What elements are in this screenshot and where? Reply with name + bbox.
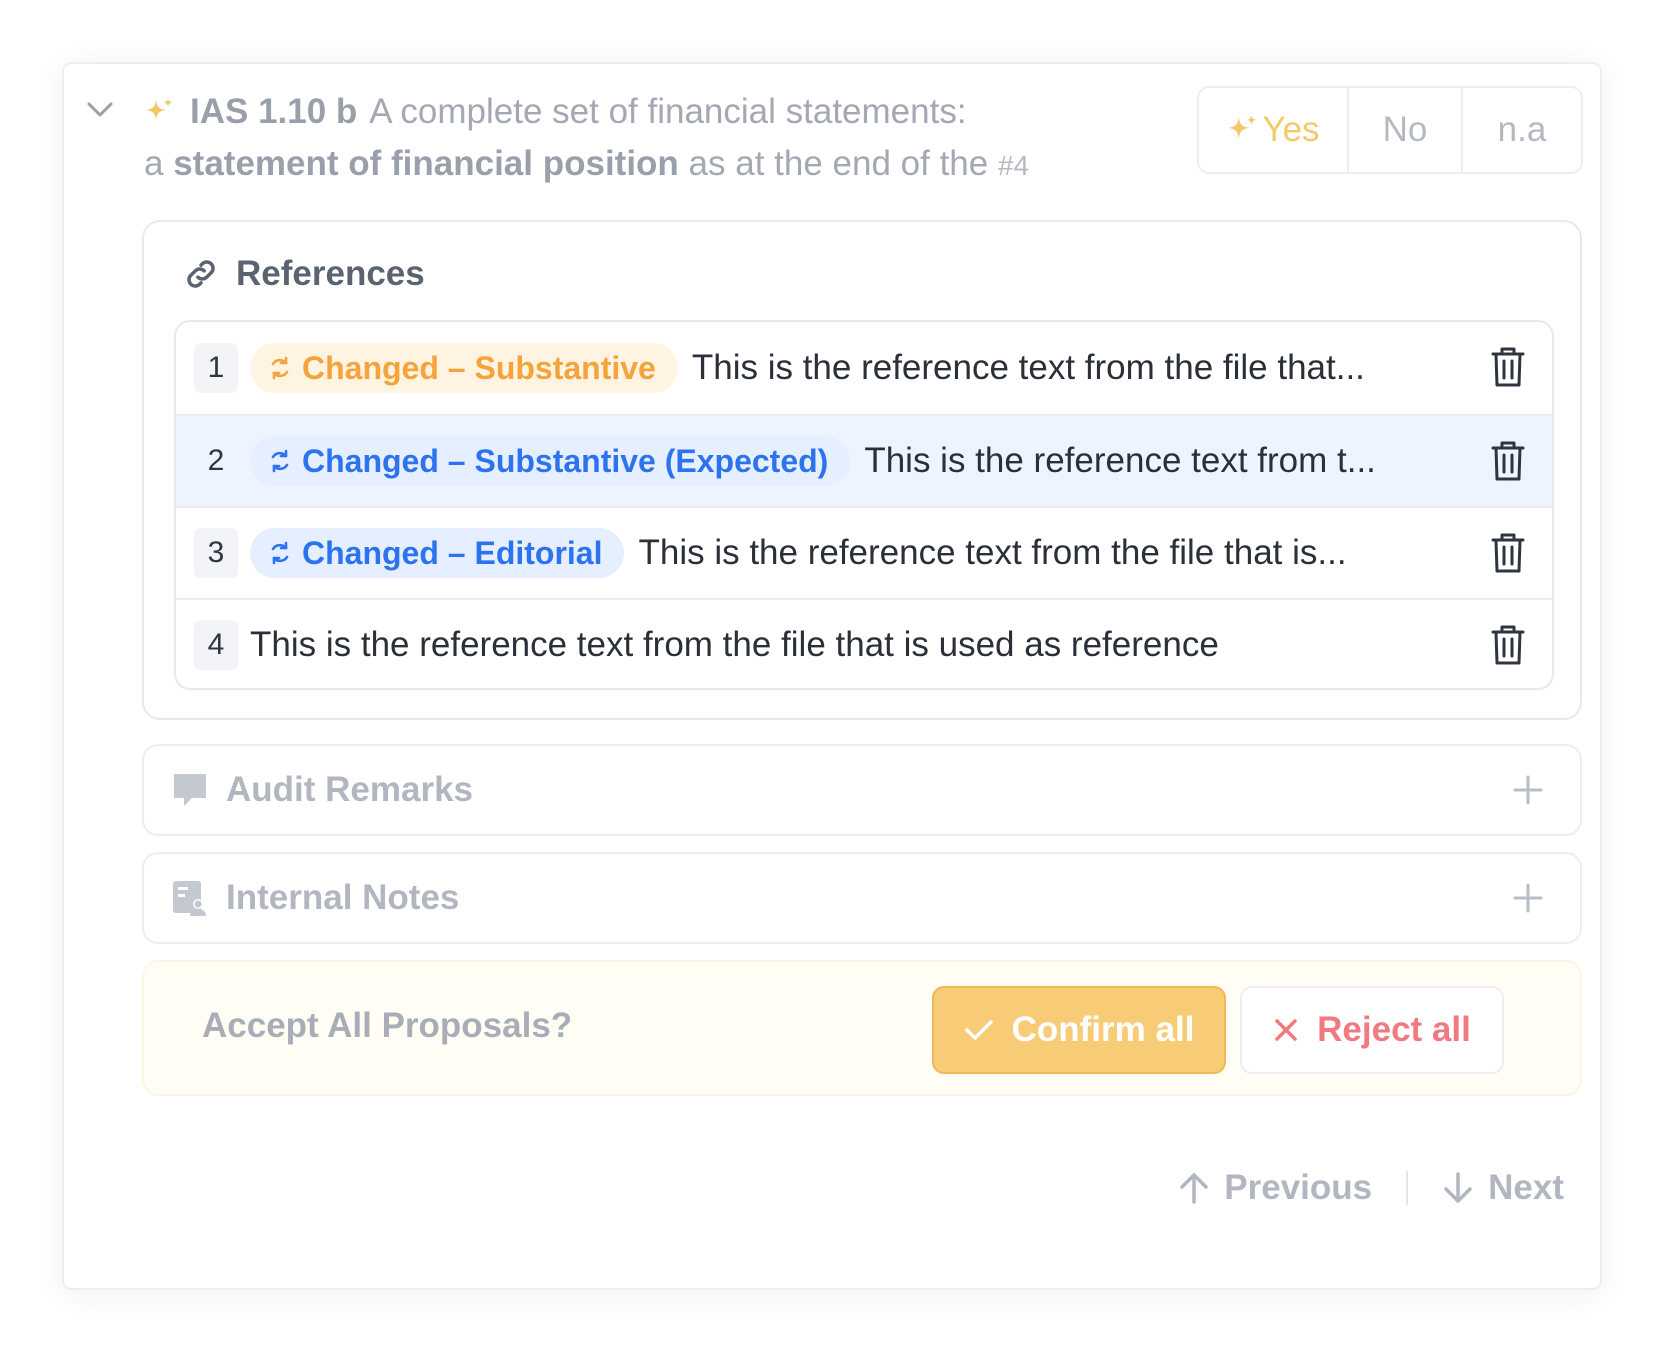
nav-divider — [1406, 1171, 1409, 1205]
reference-row-2[interactable]: 2 Changed – Substantive (Expected) This … — [176, 414, 1552, 506]
trash-icon[interactable] — [1490, 624, 1526, 666]
plus-icon[interactable] — [1510, 880, 1546, 916]
status-badge-substantive-expected: Changed – Substantive (Expected) — [250, 436, 851, 486]
question-text-part1: A complete set of financial statements: — [369, 92, 967, 131]
sparkle-icon — [1228, 115, 1257, 139]
reference-text: This is the reference text from t... — [864, 441, 1376, 480]
question-code: IAS 1.10 b — [190, 92, 358, 131]
reference-row-3[interactable]: 3 Changed – Editorial This is the refere… — [176, 506, 1552, 598]
checklist-item-card: IAS 1.10 b A complete set of financial s… — [62, 62, 1602, 1290]
question-text: IAS 1.10 b A complete set of financial s… — [144, 86, 1134, 192]
pagination-footer: Previous Next — [1178, 1168, 1564, 1208]
check-icon — [964, 1020, 993, 1040]
previous-label: Previous — [1224, 1168, 1373, 1207]
reference-row-1[interactable]: 1 Changed – Substantive This is the refe… — [176, 322, 1552, 414]
status-badge-label: Changed – Editorial — [302, 534, 603, 571]
plus-icon[interactable] — [1510, 772, 1546, 808]
internal-notes-section[interactable]: Internal Notes — [142, 852, 1582, 944]
collapse-chevron-icon[interactable] — [80, 90, 120, 130]
internal-notes-label: Internal Notes — [226, 878, 460, 917]
answer-na-button[interactable]: n.a — [1461, 88, 1581, 172]
audit-remarks-label: Audit Remarks — [226, 770, 474, 809]
trash-icon[interactable] — [1490, 440, 1526, 482]
previous-button[interactable]: Previous — [1178, 1168, 1372, 1208]
reject-all-label: Reject all — [1317, 1010, 1471, 1049]
reference-row-4[interactable]: 4 This is the reference text from the fi… — [176, 598, 1552, 688]
close-icon — [1275, 1019, 1297, 1041]
question-text-suffix: as at the end of the — [688, 144, 989, 183]
reference-text: This is the reference text from the file… — [691, 348, 1365, 387]
answer-no-label: No — [1382, 110, 1428, 149]
reference-number: 2 — [207, 444, 225, 477]
sparkle-icon — [146, 98, 173, 120]
arrow-up-icon — [1180, 1173, 1209, 1204]
notes-icon — [173, 881, 206, 916]
question-number: #4 — [997, 150, 1030, 181]
status-badge-substantive: Changed – Substantive — [250, 343, 678, 393]
answer-na-label: n.a — [1497, 110, 1547, 149]
trash-icon[interactable] — [1490, 346, 1526, 388]
answer-no-button[interactable]: No — [1347, 88, 1461, 172]
accept-proposals-question: Accept All Proposals? — [202, 1006, 573, 1045]
question-text-bold: statement of financial position — [173, 144, 679, 183]
references-title: References — [236, 254, 425, 293]
status-badge-label: Changed – Substantive (Expected) — [302, 442, 829, 479]
answer-yes-label: Yes — [1262, 110, 1320, 149]
status-badge-label: Changed – Substantive — [302, 349, 656, 386]
refresh-icon — [271, 356, 289, 380]
refresh-icon — [271, 449, 289, 473]
reference-text: This is the reference text from the file… — [250, 625, 1219, 664]
confirm-all-button[interactable]: Confirm all — [932, 986, 1226, 1074]
accept-proposals-panel: Accept All Proposals? Confirm all Reject… — [142, 960, 1582, 1096]
trash-icon[interactable] — [1490, 532, 1526, 574]
next-label: Next — [1488, 1168, 1564, 1207]
question-text-prefix: a — [144, 144, 164, 183]
reject-all-button[interactable]: Reject all — [1240, 986, 1504, 1074]
refresh-icon — [271, 541, 289, 565]
reference-number: 1 — [194, 343, 238, 393]
answer-yes-button[interactable]: Yes — [1199, 88, 1347, 172]
arrow-down-icon — [1444, 1172, 1472, 1203]
answer-toggle-group: Yes No n.a — [1197, 86, 1583, 174]
references-panel: References 1 Changed – Substantive This … — [142, 220, 1582, 720]
comment-icon — [174, 774, 206, 806]
link-icon — [187, 260, 215, 288]
audit-remarks-section[interactable]: Audit Remarks — [142, 744, 1582, 836]
reference-number: 3 — [194, 528, 238, 578]
confirm-all-label: Confirm all — [1011, 1010, 1195, 1049]
reference-number: 4 — [194, 620, 238, 670]
reference-text: This is the reference text from the file… — [638, 533, 1347, 572]
references-list: 1 Changed – Substantive This is the refe… — [174, 320, 1554, 690]
status-badge-editorial: Changed – Editorial — [250, 528, 625, 578]
next-button[interactable]: Next — [1442, 1168, 1564, 1208]
references-header: References — [182, 254, 425, 294]
